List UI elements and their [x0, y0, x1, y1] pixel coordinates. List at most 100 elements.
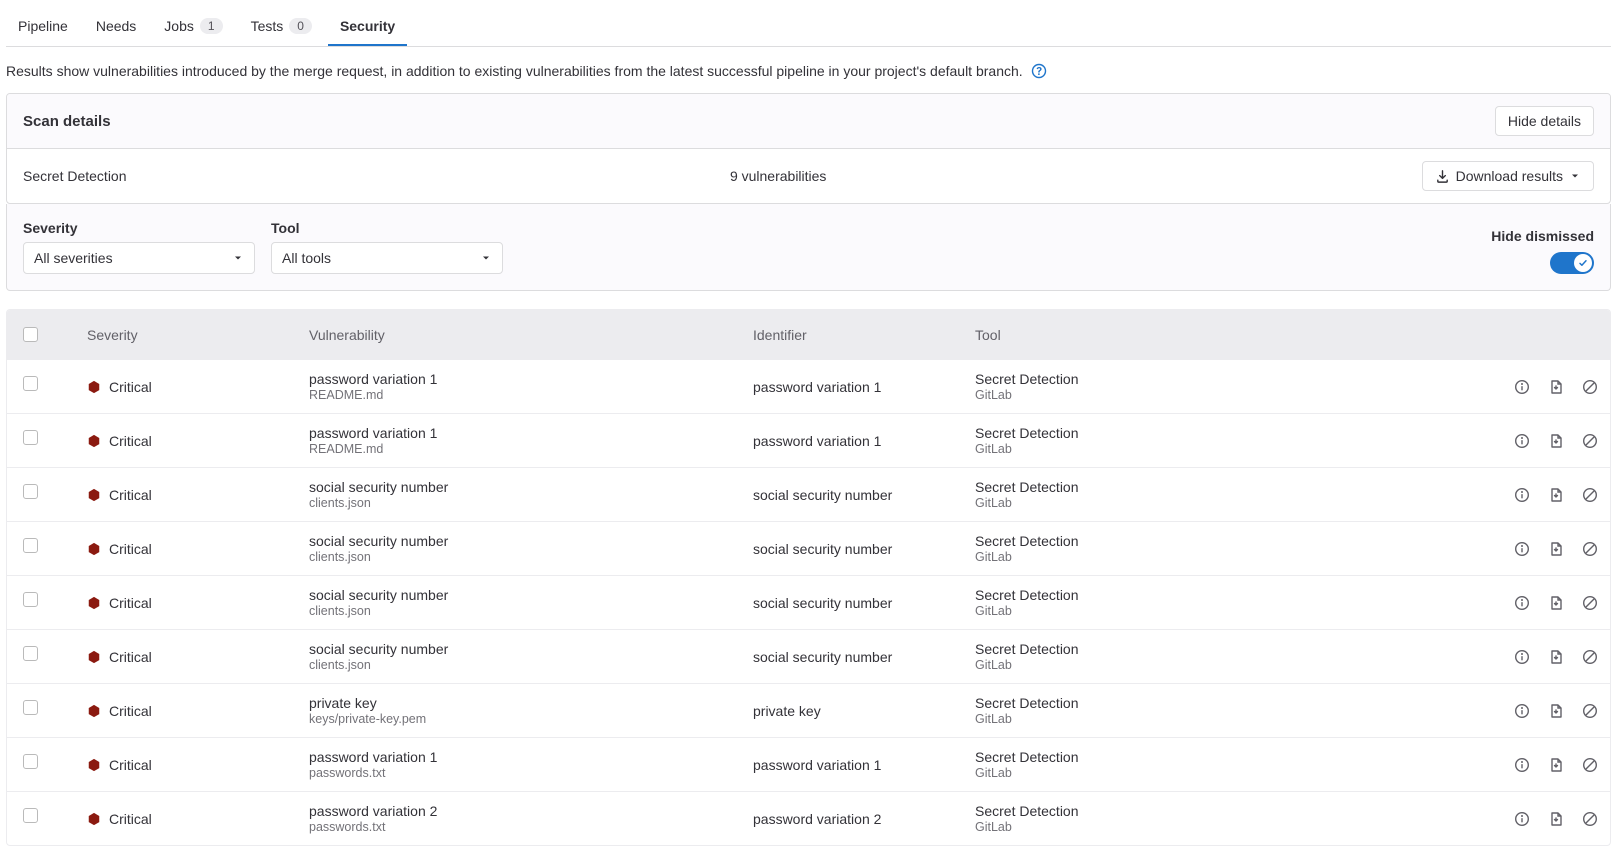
more-info-icon[interactable] — [1514, 811, 1530, 827]
create-issue-icon[interactable] — [1548, 703, 1564, 719]
vulnerability-link[interactable]: password variation 2 — [309, 803, 753, 819]
tool-vendor: GitLab — [975, 820, 1468, 834]
vulnerability-link[interactable]: social security number — [309, 587, 753, 603]
row-checkbox[interactable] — [23, 430, 38, 445]
table-row: Criticalpassword variation 2passwords.tx… — [7, 791, 1610, 845]
dismiss-icon[interactable] — [1582, 649, 1598, 665]
row-checkbox[interactable] — [23, 754, 38, 769]
vulnerabilities-table: Severity Vulnerability Identifier Tool C… — [6, 309, 1611, 846]
tool-vendor: GitLab — [975, 442, 1468, 456]
dismiss-icon[interactable] — [1582, 757, 1598, 773]
table-row: Criticalpassword variation 1README.mdpas… — [7, 413, 1610, 467]
create-issue-icon[interactable] — [1548, 433, 1564, 449]
more-info-icon[interactable] — [1514, 541, 1530, 557]
more-info-icon[interactable] — [1514, 595, 1530, 611]
table-row: Criticalprivate keykeys/private-key.pemp… — [7, 683, 1610, 737]
vulnerability-link[interactable]: social security number — [309, 479, 753, 495]
tab-jobs[interactable]: Jobs1 — [152, 8, 234, 46]
tool-name: Secret Detection — [975, 533, 1468, 549]
tab-label: Pipeline — [18, 18, 68, 34]
more-info-icon[interactable] — [1514, 379, 1530, 395]
create-issue-icon[interactable] — [1548, 595, 1564, 611]
hide-details-button[interactable]: Hide details — [1495, 106, 1594, 136]
row-checkbox[interactable] — [23, 808, 38, 823]
more-info-icon[interactable] — [1514, 703, 1530, 719]
dismiss-icon[interactable] — [1582, 595, 1598, 611]
identifier-text: password variation 1 — [753, 757, 975, 773]
severity-critical-icon — [87, 758, 101, 772]
tool-name: Secret Detection — [975, 479, 1468, 495]
tab-badge: 1 — [200, 18, 223, 34]
vulnerability-file: README.md — [309, 388, 753, 402]
create-issue-icon[interactable] — [1548, 811, 1564, 827]
vulnerability-link[interactable]: social security number — [309, 533, 753, 549]
tool-name: Secret Detection — [975, 641, 1468, 657]
chevron-down-icon — [1569, 170, 1581, 182]
vulnerability-file: keys/private-key.pem — [309, 712, 753, 726]
table-row: Criticalpassword variation 1README.mdpas… — [7, 359, 1610, 413]
header-severity: Severity — [87, 327, 309, 343]
row-checkbox[interactable] — [23, 376, 38, 391]
severity-text: Critical — [109, 541, 152, 557]
create-issue-icon[interactable] — [1548, 757, 1564, 773]
dismiss-icon[interactable] — [1582, 487, 1598, 503]
create-issue-icon[interactable] — [1548, 649, 1564, 665]
row-checkbox[interactable] — [23, 700, 38, 715]
header-tool: Tool — [975, 327, 1468, 343]
scan-details-title: Scan details — [23, 113, 111, 130]
more-info-icon[interactable] — [1514, 649, 1530, 665]
vulnerability-link[interactable]: social security number — [309, 641, 753, 657]
severity-critical-icon — [87, 380, 101, 394]
row-checkbox[interactable] — [23, 646, 38, 661]
vulnerability-file: passwords.txt — [309, 820, 753, 834]
tool-dropdown-value: All tools — [282, 250, 331, 266]
tab-label: Tests — [251, 18, 284, 34]
create-issue-icon[interactable] — [1548, 487, 1564, 503]
severity-text: Critical — [109, 433, 152, 449]
severity-critical-icon — [87, 596, 101, 610]
severity-dropdown-value: All severities — [34, 250, 113, 266]
dismiss-icon[interactable] — [1582, 541, 1598, 557]
tab-needs[interactable]: Needs — [84, 8, 148, 46]
create-issue-icon[interactable] — [1548, 541, 1564, 557]
hide-dismissed-toggle[interactable] — [1550, 252, 1594, 274]
vulnerability-link[interactable]: password variation 1 — [309, 371, 753, 387]
tab-tests[interactable]: Tests0 — [239, 8, 324, 46]
more-info-icon[interactable] — [1514, 487, 1530, 503]
severity-dropdown[interactable]: All severities — [23, 242, 255, 274]
severity-critical-icon — [87, 488, 101, 502]
identifier-text: social security number — [753, 541, 975, 557]
dismiss-icon[interactable] — [1582, 811, 1598, 827]
tab-pipeline[interactable]: Pipeline — [6, 8, 80, 46]
dismiss-icon[interactable] — [1582, 433, 1598, 449]
dismiss-icon[interactable] — [1582, 379, 1598, 395]
tab-security[interactable]: Security — [328, 8, 407, 46]
hide-dismissed-label: Hide dismissed — [1491, 228, 1594, 244]
identifier-text: social security number — [753, 487, 975, 503]
table-row: Criticalsocial security numberclients.js… — [7, 629, 1610, 683]
row-checkbox[interactable] — [23, 592, 38, 607]
vulnerability-link[interactable]: private key — [309, 695, 753, 711]
severity-text: Critical — [109, 595, 152, 611]
more-info-icon[interactable] — [1514, 757, 1530, 773]
vulnerability-link[interactable]: password variation 1 — [309, 749, 753, 765]
tool-name: Secret Detection — [975, 695, 1468, 711]
tool-dropdown[interactable]: All tools — [271, 242, 503, 274]
tool-vendor: GitLab — [975, 766, 1468, 780]
vulnerability-link[interactable]: password variation 1 — [309, 425, 753, 441]
dismiss-icon[interactable] — [1582, 703, 1598, 719]
help-icon[interactable] — [1031, 63, 1047, 79]
create-issue-icon[interactable] — [1548, 379, 1564, 395]
row-checkbox[interactable] — [23, 538, 38, 553]
tool-filter-label: Tool — [271, 220, 503, 236]
row-checkbox[interactable] — [23, 484, 38, 499]
toggle-knob — [1574, 254, 1592, 272]
select-all-checkbox[interactable] — [23, 327, 38, 342]
results-description: Results show vulnerabilities introduced … — [6, 63, 1023, 79]
severity-critical-icon — [87, 650, 101, 664]
tool-name: Secret Detection — [975, 425, 1468, 441]
more-info-icon[interactable] — [1514, 433, 1530, 449]
tool-name: Secret Detection — [975, 587, 1468, 603]
table-row: Criticalsocial security numberclients.js… — [7, 521, 1610, 575]
download-results-button[interactable]: Download results — [1422, 161, 1594, 191]
